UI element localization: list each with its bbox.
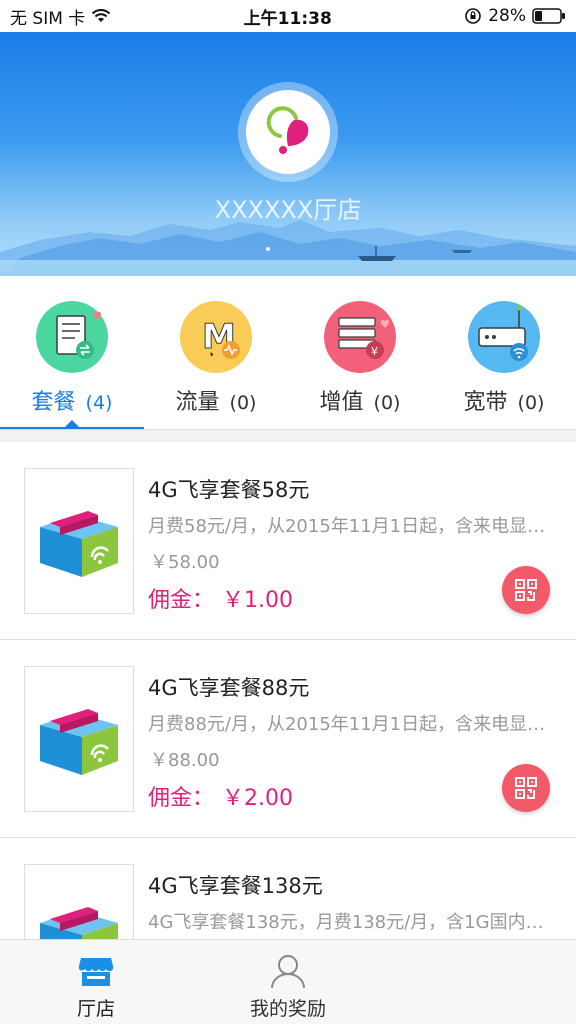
- product-list[interactable]: 4G飞享套餐58元 月费58元/月，从2015年11月1日起，含来电显示等 ￥5…: [0, 442, 576, 1024]
- package-icon: [36, 301, 108, 373]
- product-thumbnail: [24, 666, 134, 812]
- rotation-lock-icon: [465, 8, 481, 24]
- commission-amount: ￥1.00: [222, 588, 294, 613]
- wifi-icon: [92, 9, 111, 22]
- product-name: 4G飞享套餐58元: [148, 478, 310, 502]
- product-item[interactable]: 4G飞享套餐88元 月费88元/月，从2015年11月1日起，含来电显示等 ￥8…: [0, 640, 576, 838]
- battery-icon: [532, 8, 565, 24]
- bottom-nav: 厅店 我的奖励: [0, 939, 576, 1024]
- active-tab-notch: [65, 420, 79, 427]
- nav-store-label: 厅店: [76, 998, 115, 1020]
- product-description: 4G飞享套餐138元，月费138元/月，含1G国内流量: [148, 912, 553, 933]
- svg-text:¥: ¥: [371, 345, 378, 358]
- package-box-icon: [40, 709, 118, 775]
- clock: 上午11:38: [243, 8, 332, 29]
- carrier-text: 无 SIM 卡: [10, 8, 86, 29]
- tab-data-traffic-label: 流量: [175, 390, 220, 415]
- tab-broadband-label: 宽带: [463, 390, 508, 415]
- qr-code-icon: [515, 777, 537, 799]
- nav-store[interactable]: 厅店: [0, 940, 192, 1024]
- tab-value-added-label: 增值: [319, 390, 364, 415]
- store-header: XXXXXX厅店: [0, 32, 576, 276]
- tab-broadband[interactable]: 宽带 (0): [432, 276, 576, 430]
- app-screen: 无 SIM 卡 上午11:38 28% XXXXXX厅店 套餐 (4) M 流量…: [0, 0, 576, 1024]
- tab-value-added-count: (0): [373, 392, 401, 414]
- qr-code-icon: [515, 579, 537, 601]
- nav-my-rewards-label: 我的奖励: [249, 998, 326, 1020]
- tab-data-traffic[interactable]: M 流量 (0): [144, 276, 288, 430]
- category-tabs: 套餐 (4) M 流量 (0) ¥ 增值 (0) 宽带 (0): [0, 276, 576, 430]
- nav-my-rewards[interactable]: 我的奖励: [192, 940, 384, 1024]
- qr-code-button[interactable]: [502, 764, 550, 812]
- product-description: 月费88元/月，从2015年11月1日起，含来电显示等: [148, 714, 553, 735]
- commission: 佣金： ￥2.00: [148, 780, 293, 812]
- tabs-divider: [0, 429, 576, 430]
- status-bar: 无 SIM 卡 上午11:38 28%: [0, 0, 576, 32]
- store-logo: [246, 90, 330, 174]
- value-added-icon: ¥: [324, 301, 396, 373]
- tab-package-count: (4): [85, 392, 113, 414]
- product-price: ￥58.00: [150, 552, 220, 573]
- commission: 佣金： ￥1.00: [148, 582, 293, 614]
- product-price: ￥88.00: [150, 750, 220, 771]
- package-box-icon: [40, 511, 118, 577]
- tab-package-label: 套餐: [31, 390, 76, 415]
- commission-label: 佣金：: [148, 588, 215, 613]
- tab-broadband-count: (0): [517, 392, 545, 414]
- tab-data-traffic-count: (0): [229, 392, 257, 414]
- battery-percent: 28%: [488, 6, 526, 26]
- tab-package[interactable]: 套餐 (4): [0, 276, 144, 430]
- product-name: 4G飞享套餐138元: [148, 874, 323, 898]
- data-traffic-icon: M: [180, 301, 252, 373]
- product-description: 月费58元/月，从2015年11月1日起，含来电显示等: [148, 516, 553, 537]
- store-name: XXXXXX厅店: [214, 196, 362, 224]
- tab-value-added[interactable]: ¥ 增值 (0): [288, 276, 432, 430]
- user-profile-icon: [271, 955, 305, 989]
- commission-label: 佣金：: [148, 786, 215, 811]
- product-name: 4G飞享套餐88元: [148, 676, 310, 700]
- heart-pin-logo-icon: [266, 106, 309, 154]
- commission-amount: ￥2.00: [222, 786, 294, 811]
- store-icon: [79, 958, 113, 986]
- product-item[interactable]: 4G飞享套餐58元 月费58元/月，从2015年11月1日起，含来电显示等 ￥5…: [0, 442, 576, 640]
- broadband-router-icon: [468, 301, 540, 373]
- qr-code-button[interactable]: [502, 566, 550, 614]
- product-thumbnail: [24, 468, 134, 614]
